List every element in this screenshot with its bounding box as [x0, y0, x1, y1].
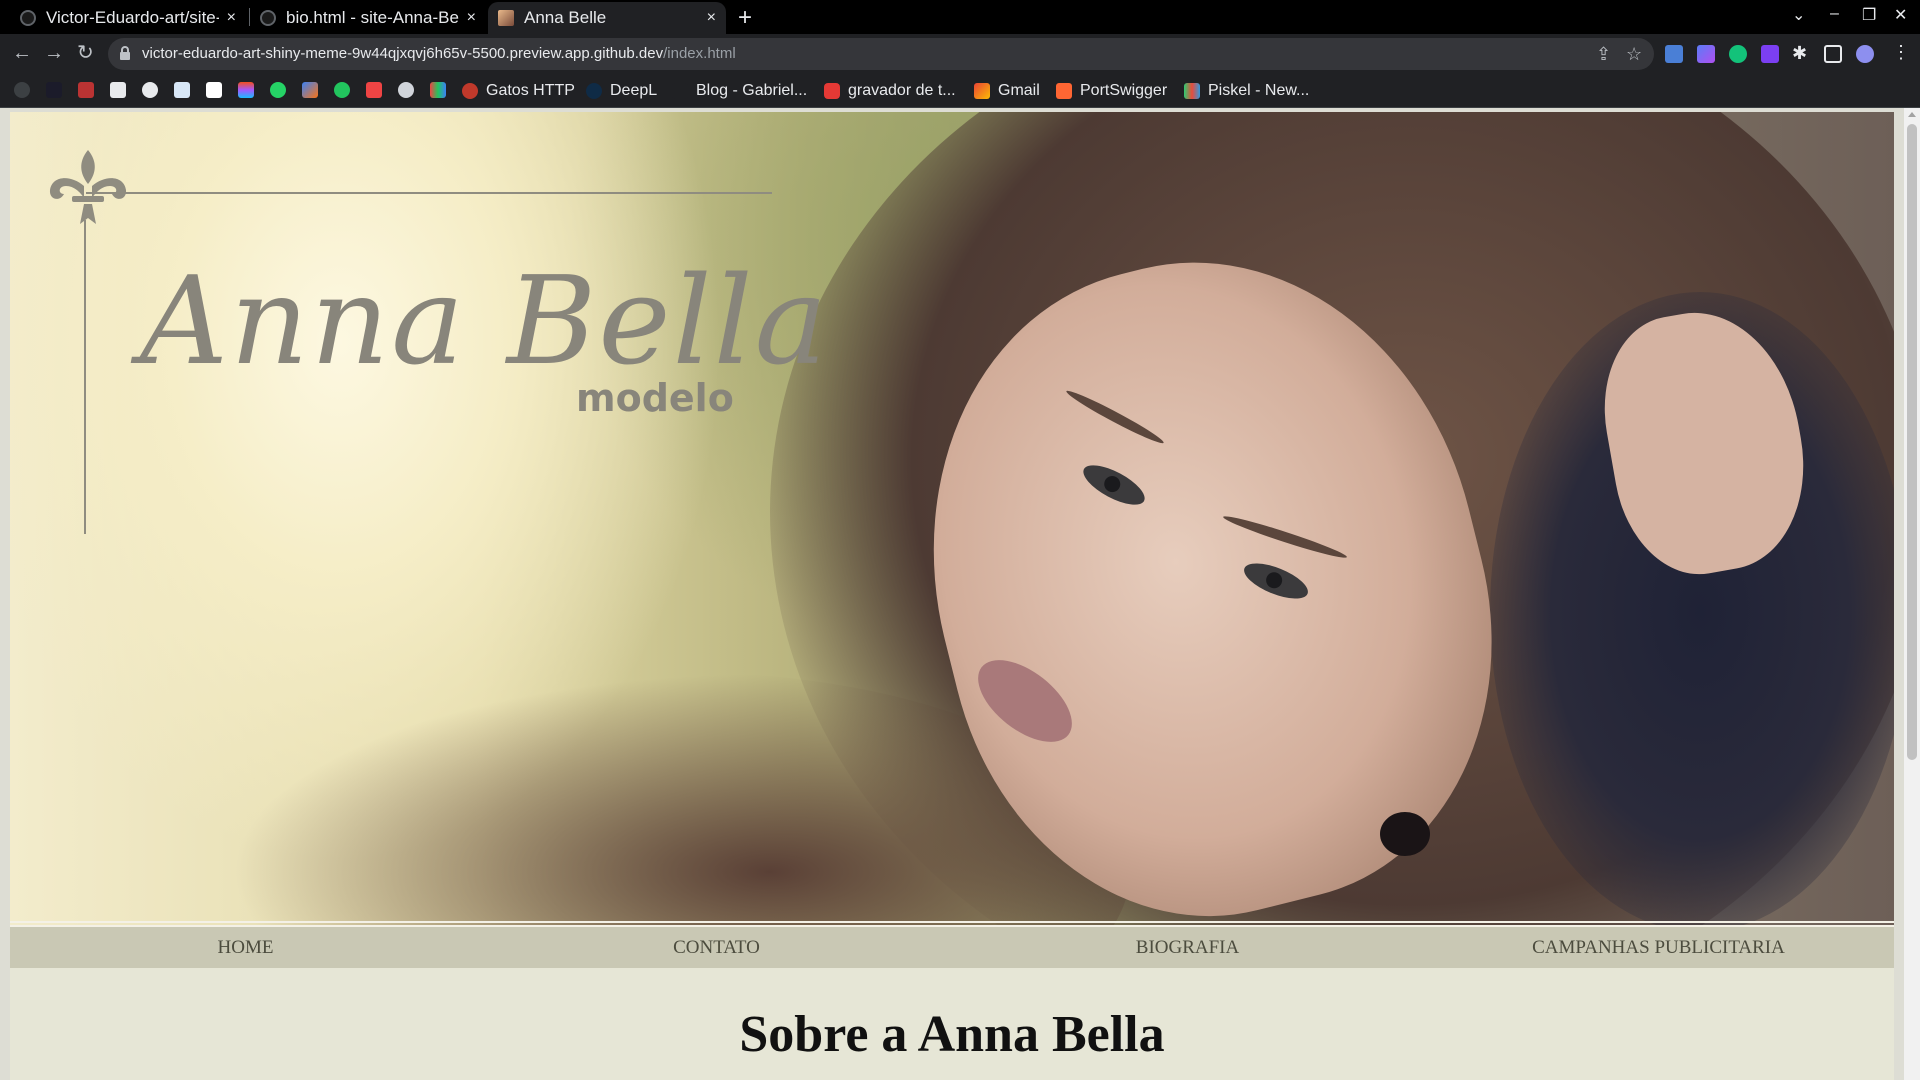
bookmark-star-icon[interactable]: ☆	[1626, 44, 1642, 65]
bookmark-label: Gatos HTTP	[486, 82, 575, 99]
logo-subtitle: modelo	[576, 376, 734, 420]
extension-icon[interactable]	[1729, 45, 1747, 63]
scrollbar-thumb[interactable]	[1907, 124, 1917, 760]
page-viewport: Anna Bella modelo HOME CONTATO BIOGRAFIA…	[0, 108, 1920, 1080]
url-path: /index.html	[663, 45, 736, 62]
nav-campanhas-publicitaria[interactable]: CAMPANHAS PUBLICITARIA	[1423, 927, 1894, 968]
gmail-icon	[974, 83, 990, 99]
extension-icon[interactable]	[1761, 45, 1779, 63]
logo-rule-horizontal	[86, 192, 772, 194]
menu-dots-icon[interactable]: ⋮	[1892, 42, 1910, 63]
tab-anna-belle[interactable]: Anna Belle ×	[488, 2, 726, 34]
url-text[interactable]: victor-eduardo-art-shiny-meme-9w44qjxqvj…	[142, 45, 736, 62]
nav-contato[interactable]: CONTATO	[481, 927, 952, 968]
side-panel-icon[interactable]	[1824, 45, 1842, 63]
profile-avatar[interactable]	[1856, 45, 1874, 63]
reload-icon[interactable]: ↻	[77, 43, 94, 63]
bookmark-piskel[interactable]: Piskel - New...	[1184, 74, 1309, 108]
bookmark-icon[interactable]	[174, 82, 190, 98]
bookmark-icon[interactable]	[366, 82, 382, 98]
hero-banner: Anna Bella modelo	[10, 112, 1894, 927]
fleur-de-lis-icon	[49, 150, 127, 224]
bookmark-icon[interactable]	[302, 82, 318, 98]
blog-icon	[672, 83, 688, 99]
figma-icon[interactable]	[238, 82, 254, 98]
address-bar[interactable]: victor-eduardo-art-shiny-meme-9w44qjxqvj…	[108, 38, 1654, 70]
deepl-icon	[586, 83, 602, 99]
forward-arrow-icon[interactable]: →	[44, 43, 64, 63]
minimize-icon[interactable]: –	[1830, 5, 1839, 23]
portswigger-icon	[1056, 83, 1072, 99]
bookmark-blog-gabriel[interactable]: Blog - Gabriel...	[672, 74, 807, 108]
bookmark-deepl[interactable]: DeepL	[586, 74, 657, 108]
lock-icon[interactable]	[120, 46, 130, 60]
bookmark-label: gravador de t...	[848, 82, 956, 99]
new-tab-button[interactable]: +	[738, 4, 752, 32]
back-arrow-icon[interactable]: ←	[12, 43, 32, 63]
vertical-scrollbar[interactable]	[1904, 108, 1920, 1080]
close-tab-icon[interactable]: ×	[707, 9, 716, 27]
nav-biografia[interactable]: BIOGRAFIA	[952, 927, 1423, 968]
cat-icon	[462, 83, 478, 99]
site-favicon	[498, 10, 514, 26]
notion-icon[interactable]	[110, 82, 126, 98]
recorder-icon	[824, 83, 840, 99]
close-window-icon[interactable]: ✕	[1894, 5, 1907, 25]
codepen-icon[interactable]	[206, 82, 222, 98]
translate-extension-icon[interactable]	[1665, 45, 1683, 63]
scroll-up-arrow-icon[interactable]	[1908, 112, 1916, 117]
restore-icon[interactable]: ❐	[1862, 5, 1876, 25]
bookmarks-bar: Gatos HTTP DeepL Blog - Gabriel... grava…	[0, 74, 1920, 108]
url-host: victor-eduardo-art-shiny-meme-9w44qjxqvj…	[142, 45, 664, 62]
github-icon[interactable]	[14, 82, 30, 98]
bookmark-icon[interactable]	[398, 82, 414, 98]
close-tab-icon[interactable]: ×	[467, 9, 476, 27]
piskel-icon	[1184, 83, 1200, 99]
close-tab-icon[interactable]: ×	[227, 9, 236, 27]
bookmark-gmail[interactable]: Gmail	[974, 74, 1040, 108]
github-icon	[260, 10, 276, 26]
bookmark-icon[interactable]	[78, 82, 94, 98]
nav-home[interactable]: HOME	[10, 927, 481, 968]
bookmark-label: PortSwigger	[1080, 82, 1168, 99]
bookmark-icon[interactable]	[46, 82, 62, 98]
earring	[1380, 812, 1430, 856]
tab-strip: Victor-Eduardo-art/site-Anna-Bella × bio…	[0, 0, 1920, 34]
logo-rule-vertical	[84, 220, 86, 534]
tab-title: Victor-Eduardo-art/site-Anna-Bella	[46, 8, 219, 27]
tab-github-repo[interactable]: Victor-Eduardo-art/site-Anna-Bella ×	[10, 2, 246, 34]
grid-icon[interactable]	[430, 82, 446, 98]
github-icon	[20, 10, 36, 26]
main-nav: HOME CONTATO BIOGRAFIA CAMPANHAS PUBLICI…	[10, 927, 1894, 968]
tab-bio-html[interactable]: bio.html - site-Anna-Bella ×	[250, 2, 486, 34]
bookmark-icon[interactable]	[334, 82, 350, 98]
tab-search-icon[interactable]: ⌄	[1792, 5, 1805, 25]
bookmark-icon[interactable]	[142, 82, 158, 98]
bookmark-gravador[interactable]: gravador de t...	[824, 74, 956, 108]
site-container: Anna Bella modelo HOME CONTATO BIOGRAFIA…	[10, 112, 1894, 1080]
logo-name: Anna Bella	[140, 250, 830, 392]
bookmark-label: DeepL	[610, 82, 658, 99]
share-icon[interactable]: ⇪	[1596, 44, 1611, 65]
page-heading: Sobre a Anna Bella	[739, 1006, 1165, 1063]
puzzle-icon[interactable]: ✱	[1792, 43, 1807, 64]
whatsapp-icon[interactable]	[270, 82, 286, 98]
browser-toolbar: ← → ↻ victor-eduardo-art-shiny-meme-9w44…	[0, 34, 1920, 74]
bookmark-label: Gmail	[998, 82, 1040, 99]
bookmark-label: Blog - Gabriel...	[696, 82, 808, 99]
extension-icon[interactable]	[1697, 45, 1715, 63]
tab-title: bio.html - site-Anna-Bella	[286, 8, 459, 27]
tab-title: Anna Belle	[524, 8, 607, 27]
bookmark-portswigger[interactable]: PortSwigger	[1056, 74, 1167, 108]
bookmark-label: Piskel - New...	[1208, 82, 1310, 99]
bookmark-gatos-http[interactable]: Gatos HTTP	[462, 74, 575, 108]
